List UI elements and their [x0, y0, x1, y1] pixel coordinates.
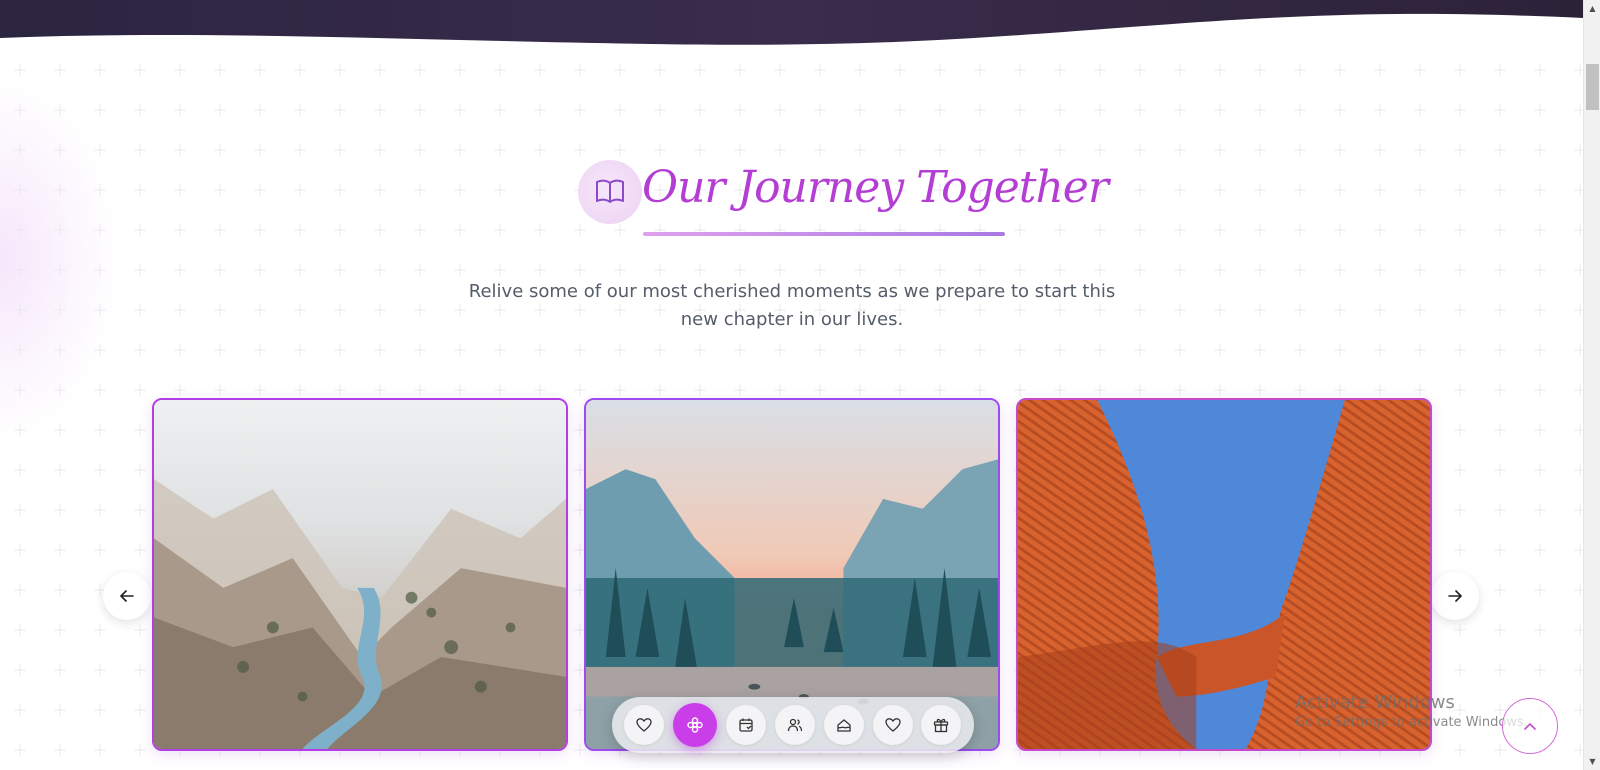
page-scrollbar[interactable]: ▲ ▼ [1583, 0, 1600, 770]
dock-item-party[interactable] [774, 705, 815, 745]
header-wave [0, 0, 1583, 45]
title-underline [643, 232, 1005, 236]
section-heading: Our Journey Together [578, 160, 1109, 240]
scroll-down-arrow-icon[interactable]: ▼ [1584, 753, 1600, 770]
dock-item-celebration[interactable] [823, 705, 864, 745]
gift-icon [934, 718, 949, 733]
arrow-right-icon [1448, 590, 1462, 602]
dock-item-schedule[interactable] [726, 705, 767, 745]
people-icon [787, 718, 803, 732]
scroll-thumb[interactable] [1586, 64, 1599, 110]
watermark-title: Activate Windows [1295, 692, 1455, 713]
heart-icon [884, 718, 901, 732]
back-to-top-button[interactable] [1502, 698, 1558, 754]
book-icon [578, 160, 642, 224]
dock-item-registry[interactable] [921, 705, 962, 745]
flower-icon [687, 717, 703, 733]
dock-item-love[interactable] [624, 705, 665, 745]
calendar-icon [739, 718, 753, 732]
activate-windows-watermark: Activate Windows Go to Settings to activ… [1295, 692, 1528, 730]
chevron-up-icon [1524, 723, 1536, 730]
watermark-subtitle: Go to Settings to activate Windows. [1295, 715, 1528, 730]
dock-item-moments[interactable] [673, 703, 718, 747]
scroll-up-arrow-icon[interactable]: ▲ [1584, 0, 1600, 17]
dock-item-wishes[interactable] [872, 705, 913, 745]
cake-icon [837, 719, 851, 732]
section-subtitle: Relive some of our most cherished moment… [468, 281, 1116, 330]
misty-canyon-photo[interactable] [152, 398, 568, 751]
arrow-left-icon [120, 590, 134, 602]
page-title: Our Journey Together [642, 162, 1109, 213]
prev-slide-button[interactable] [103, 572, 151, 620]
next-slide-button[interactable] [1431, 572, 1479, 620]
section-nav-dock [612, 697, 974, 753]
heart-icon [636, 718, 653, 732]
